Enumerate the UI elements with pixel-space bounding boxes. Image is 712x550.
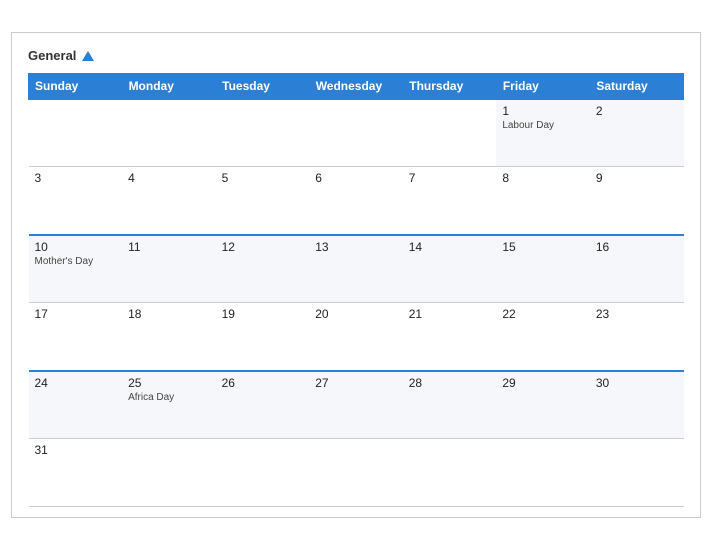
day-number: 2 [596, 104, 678, 118]
calendar-cell: 8 [496, 167, 590, 235]
calendar-cell [403, 99, 497, 167]
calendar-cell: 3 [29, 167, 123, 235]
weekday-header-row: SundayMondayTuesdayWednesdayThursdayFrid… [29, 73, 684, 99]
weekday-saturday: Saturday [590, 73, 684, 99]
weekday-thursday: Thursday [403, 73, 497, 99]
calendar-cell: 20 [309, 303, 403, 371]
calendar-cell [309, 99, 403, 167]
weekday-sunday: Sunday [29, 73, 123, 99]
day-number: 19 [222, 307, 304, 321]
day-number: 28 [409, 376, 491, 390]
week-row-2: 3456789 [29, 167, 684, 235]
day-number: 14 [409, 240, 491, 254]
calendar-container: General SundayMondayTuesdayWednesdayThur… [11, 32, 701, 519]
logo-triangle-icon [82, 51, 94, 61]
calendar-cell [496, 439, 590, 507]
day-number: 12 [222, 240, 304, 254]
calendar-cell [216, 439, 310, 507]
calendar-cell [122, 99, 216, 167]
calendar-cell [122, 439, 216, 507]
calendar-cell: 18 [122, 303, 216, 371]
day-number: 23 [596, 307, 678, 321]
day-number: 17 [35, 307, 117, 321]
week-row-6: 31 [29, 439, 684, 507]
day-number: 16 [596, 240, 678, 254]
calendar-cell: 11 [122, 235, 216, 303]
weekday-tuesday: Tuesday [216, 73, 310, 99]
calendar-cell: 28 [403, 371, 497, 439]
day-number: 18 [128, 307, 210, 321]
calendar-cell: 15 [496, 235, 590, 303]
calendar-cell: 21 [403, 303, 497, 371]
calendar-cell: 25 Africa Day [122, 371, 216, 439]
calendar-cell: 31 [29, 439, 123, 507]
day-number: 27 [315, 376, 397, 390]
day-number: 15 [502, 240, 584, 254]
calendar-cell: 29 [496, 371, 590, 439]
day-number: 29 [502, 376, 584, 390]
weekday-wednesday: Wednesday [309, 73, 403, 99]
day-number: 24 [35, 376, 117, 390]
day-number: 3 [35, 171, 117, 185]
day-number: 20 [315, 307, 397, 321]
holiday-label: Labour Day [502, 120, 584, 131]
calendar-cell: 26 [216, 371, 310, 439]
day-number: 21 [409, 307, 491, 321]
calendar-table: SundayMondayTuesdayWednesdayThursdayFrid… [28, 73, 684, 508]
logo-general-text: General [28, 49, 94, 63]
day-number: 9 [596, 171, 678, 185]
calendar-cell: 22 [496, 303, 590, 371]
calendar-cell: 6 [309, 167, 403, 235]
day-number: 25 [128, 376, 210, 390]
holiday-label: Africa Day [128, 392, 210, 403]
day-number: 30 [596, 376, 678, 390]
weekday-friday: Friday [496, 73, 590, 99]
calendar-cell [29, 99, 123, 167]
calendar-cell: 30 [590, 371, 684, 439]
week-row-3: 10 Mother's Day 11 12 13 14 15 16 [29, 235, 684, 303]
calendar-cell: 2 [590, 99, 684, 167]
calendar-cell: 1 Labour Day [496, 99, 590, 167]
calendar-cell [216, 99, 310, 167]
calendar-cell: 14 [403, 235, 497, 303]
day-number: 11 [128, 240, 210, 254]
calendar-cell [309, 439, 403, 507]
calendar-cell: 7 [403, 167, 497, 235]
day-number: 31 [35, 443, 117, 457]
calendar-cell: 23 [590, 303, 684, 371]
day-number: 7 [409, 171, 491, 185]
calendar-header: General [28, 49, 684, 63]
calendar-cell: 24 [29, 371, 123, 439]
calendar-cell: 27 [309, 371, 403, 439]
day-number: 10 [35, 240, 117, 254]
calendar-cell: 17 [29, 303, 123, 371]
calendar-cell: 12 [216, 235, 310, 303]
calendar-cell: 4 [122, 167, 216, 235]
day-number: 4 [128, 171, 210, 185]
calendar-cell: 5 [216, 167, 310, 235]
day-number: 1 [502, 104, 584, 118]
calendar-cell [403, 439, 497, 507]
calendar-cell: 9 [590, 167, 684, 235]
week-row-5: 24 25 Africa Day 26 27 28 29 30 [29, 371, 684, 439]
weekday-monday: Monday [122, 73, 216, 99]
day-number: 5 [222, 171, 304, 185]
calendar-cell: 19 [216, 303, 310, 371]
week-row-4: 17 18 19 20 21 22 23 [29, 303, 684, 371]
day-number: 8 [502, 171, 584, 185]
calendar-cell: 10 Mother's Day [29, 235, 123, 303]
week-row-1: 1 Labour Day 2 [29, 99, 684, 167]
holiday-label: Mother's Day [35, 256, 117, 267]
day-number: 13 [315, 240, 397, 254]
day-number: 6 [315, 171, 397, 185]
day-number: 26 [222, 376, 304, 390]
calendar-cell: 16 [590, 235, 684, 303]
calendar-cell [590, 439, 684, 507]
logo: General [28, 49, 94, 63]
calendar-cell: 13 [309, 235, 403, 303]
day-number: 22 [502, 307, 584, 321]
